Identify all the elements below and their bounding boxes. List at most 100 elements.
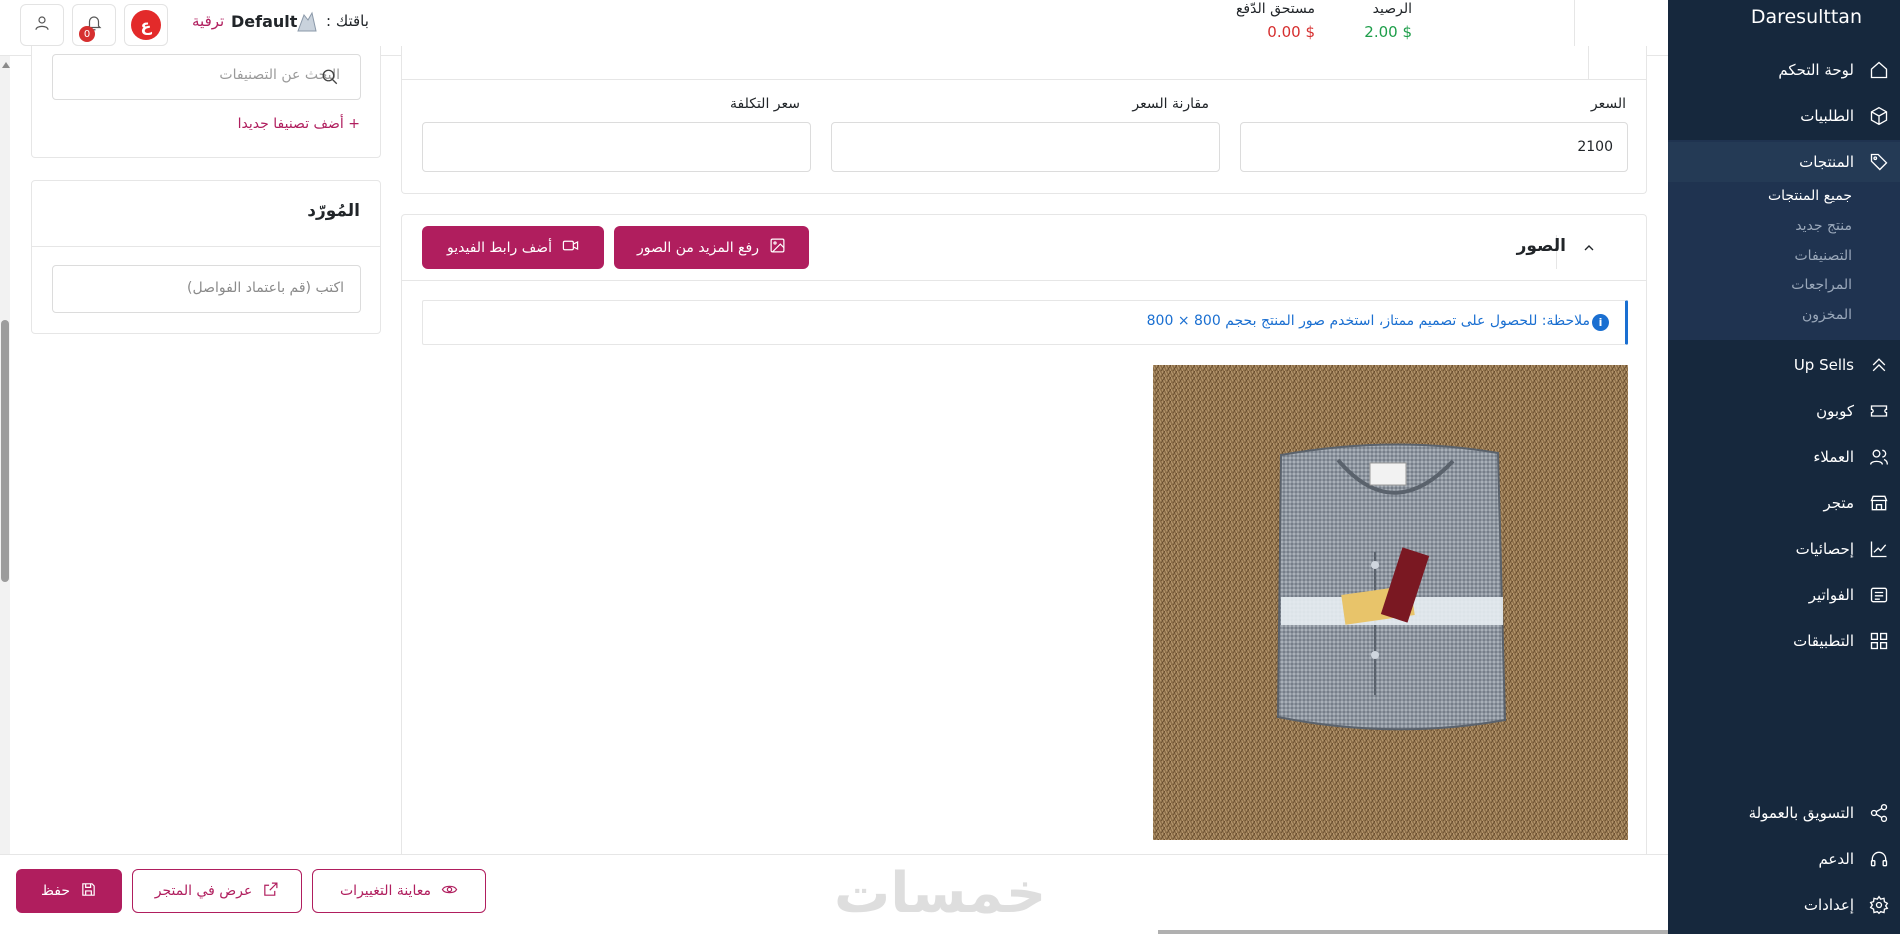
tag-icon [1868,151,1890,173]
balance-label: الرصيد [1372,1,1412,17]
footer-actions-bar: حفظ عرض في المتجر معاينة التغييرات خمسات [0,854,1668,934]
sidebar-item-label: التطبيقات [1793,632,1854,650]
sidebar-item-statistics[interactable]: إحصائيات [1668,529,1900,569]
supplier-title: المُورّد [307,201,360,221]
price-input[interactable]: 2100 [1240,122,1628,172]
sidebar-item-label: التسويق بالعمولة [1748,804,1854,822]
users-icon [1868,446,1890,468]
sidebar-item-label: كوبون [1816,402,1854,420]
headset-icon [1868,848,1890,870]
supplier-input[interactable]: اكتب (قم باعتماد الفواصل) [52,265,361,313]
add-category-link[interactable]: + أضف تصنيفا جديدا [238,116,360,132]
save-label: حفظ [40,883,71,899]
sidebar-item-upsells[interactable]: Up Sells [1668,345,1900,385]
upgrade-link[interactable]: ترقية [192,12,224,30]
sidebar-item-label: إحصائيات [1795,540,1854,558]
search-icon [321,68,339,86]
share-icon [1868,802,1890,824]
category-search-input[interactable]: البحث عن التصنيفات [52,54,361,100]
sidebar-item-orders[interactable]: الطلبيات [1668,96,1900,136]
images-section-title: الصور [1516,236,1566,256]
cost-price-input[interactable] [422,122,811,172]
sidebar-item-label: الفواتير [1808,586,1854,604]
preview-changes-label: معاينة التغييرات [340,883,431,899]
invoice-icon [1868,584,1890,606]
info-icon: i [1592,314,1609,331]
sidebar-item-coupon[interactable]: كوبون [1668,391,1900,431]
submenu-new-product[interactable]: منتج جديد [1795,218,1852,234]
sidebar-item-label: Up Sells [1793,356,1854,374]
sidebar-item-label: الدعم [1818,850,1854,868]
submenu-inventory[interactable]: المخزون [1802,307,1852,323]
avatar: ع [131,10,161,40]
grid-icon [1868,630,1890,652]
sidebar-item-customers[interactable]: العملاء [1668,437,1900,477]
avatar-button[interactable]: ع [124,4,168,46]
video-icon [562,237,579,258]
due-value: 0.00 $ [1267,23,1315,41]
sidebar-item-products[interactable]: المنتجات [1668,142,1900,182]
view-in-store-label: عرض في المتجر [154,883,253,899]
eye-icon [441,881,458,902]
supplier-card: المُورّد اكتب (قم باعتماد الفواصل) [31,180,381,334]
divider [402,79,1646,80]
user-menu-button[interactable] [20,4,64,46]
add-video-label: أضف رابط الفيديو [447,239,552,256]
sidebar-item-apps[interactable]: التطبيقات [1668,621,1900,661]
save-icon [80,881,97,902]
sidebar-item-label: متجر [1823,494,1854,512]
horizontal-scrollbar-thumb[interactable] [1158,930,1668,934]
sidebar-item-invoices[interactable]: الفواتير [1668,575,1900,615]
plan-label: باقتك : [326,12,369,30]
sidebar-item-affiliate[interactable]: التسويق بالعمولة [1668,793,1900,833]
add-video-link-button[interactable]: أضف رابط الفيديو [422,226,604,269]
supplier-placeholder: اكتب (قم باعتماد الفواصل) [187,280,344,296]
user-icon [33,14,51,36]
sidebar-item-label: المنتجات [1799,153,1854,171]
home-icon [1868,59,1890,81]
divider [402,280,1646,281]
collapse-button[interactable] [1576,237,1602,263]
compare-price-input[interactable] [831,122,1220,172]
image-icon [769,237,786,258]
upload-images-label: رفع المزيد من الصور [637,239,759,256]
sidebar-item-label: العملاء [1813,448,1854,466]
notifications-button[interactable]: 0 [72,4,116,46]
note-text: ملاحظة: للحصول على تصميم ممتاز، استخدم ص… [1146,313,1590,329]
sidebar: Daresulttan لوحة التحكم الطلبيات المنتجا… [1668,0,1900,934]
images-card: الصور رفع المزيد من الصور أضف رابط الفيد… [401,214,1647,854]
watermark-logo: خمسات [834,861,1047,926]
categories-card: البحث عن التصنيفات + أضف تصنيفا جديدا [31,46,381,158]
store-icon [1868,492,1890,514]
pricing-card: السعر 2100 مقارنة السعر سعر التكلفة [401,46,1647,194]
sidebar-item-support[interactable]: الدعم [1668,839,1900,879]
sidebar-item-settings[interactable]: إعدادات [1668,885,1900,925]
notification-count-badge: 0 [79,26,95,42]
balance-value: 2.00 $ [1364,23,1412,41]
submenu-reviews[interactable]: المراجعات [1791,277,1852,293]
product-image[interactable] [1153,365,1628,840]
submenu-all-products[interactable]: جميع المنتجات [1768,188,1852,204]
save-button[interactable]: حفظ [16,869,122,913]
submenu-categories[interactable]: التصنيفات [1795,248,1853,264]
compare-price-label: مقارنة السعر [1132,96,1209,112]
due-label: مستحق الدّفع [1235,1,1315,17]
scrollbar-thumb[interactable] [1,320,9,582]
plan-name: Default [231,12,298,31]
note-alert: i ملاحظة: للحصول على تصميم ممتاز، استخدم… [422,300,1628,345]
sidebar-item-store[interactable]: متجر [1668,483,1900,523]
divider [1588,46,1589,79]
divider [32,246,380,247]
sidebar-item-label: لوحة التحكم [1778,61,1854,79]
chevrons-up-icon [1868,354,1890,376]
sidebar-item-dashboard[interactable]: لوحة التحكم [1668,50,1900,90]
view-in-store-button[interactable]: عرض في المتجر [132,869,302,913]
chevron-up-icon [1581,240,1597,260]
ticket-icon [1868,400,1890,422]
preview-changes-button[interactable]: معاينة التغييرات [312,869,486,913]
scroll-up-arrow[interactable] [2,62,10,68]
sidebar-item-label: إعدادات [1803,896,1854,914]
upload-images-button[interactable]: رفع المزيد من الصور [614,226,809,269]
brand-name[interactable]: Daresulttan [1751,6,1862,28]
external-link-icon [262,881,279,902]
